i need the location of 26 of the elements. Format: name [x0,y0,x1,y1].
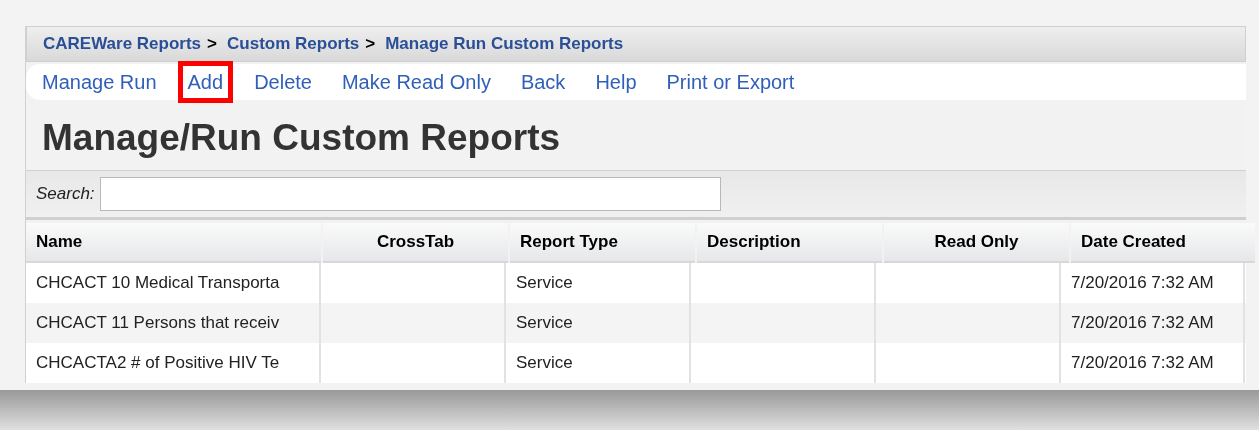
menu-link[interactable]: Add [177,61,234,103]
menu-link[interactable]: Delete [254,67,312,97]
breadcrumb-link[interactable]: Custom Reports [227,31,360,57]
breadcrumb-separator: > [207,33,217,56]
breadcrumb-separator: > [365,33,376,56]
page-title: Manage/Run Custom Reports [42,116,562,160]
table-row[interactable]: CHCACT 10 Medical Transporta Service 7/20/2016 7:32 AM [26,263,1246,303]
menu-link[interactable]: Print or Export [666,67,795,97]
column-header[interactable]: Report Type [510,223,695,263]
menu-link[interactable]: Manage Run [42,67,157,97]
column-header[interactable]: Name [26,223,321,263]
menu-link[interactable]: Help [595,67,637,97]
search-field[interactable] [99,177,721,211]
table-cell: CHCACTA2 # of Positive HIV Te [26,343,321,383]
table-cell: Service [506,343,691,383]
menu-link[interactable]: Make Read Only [341,67,491,97]
column-header[interactable]: Description [697,223,882,263]
column-header[interactable]: Read Only [884,223,1069,263]
table-row[interactable]: CHCACTA2 # of Positive HIV Te Service 7/20/2016 7:32 AM [26,343,1246,383]
table-cell: 7/20/2016 7:32 AM [1061,343,1245,383]
breadcrumb-link[interactable]: CAREWare Reports [43,31,202,57]
search-label: Search: [36,183,95,206]
menu-link[interactable]: Back [520,67,566,97]
column-header[interactable]: Date Created [1071,223,1255,263]
breadcrumb-link[interactable]: Manage Run Custom Reports [385,31,624,57]
column-header[interactable]: CrossTab [323,223,508,263]
